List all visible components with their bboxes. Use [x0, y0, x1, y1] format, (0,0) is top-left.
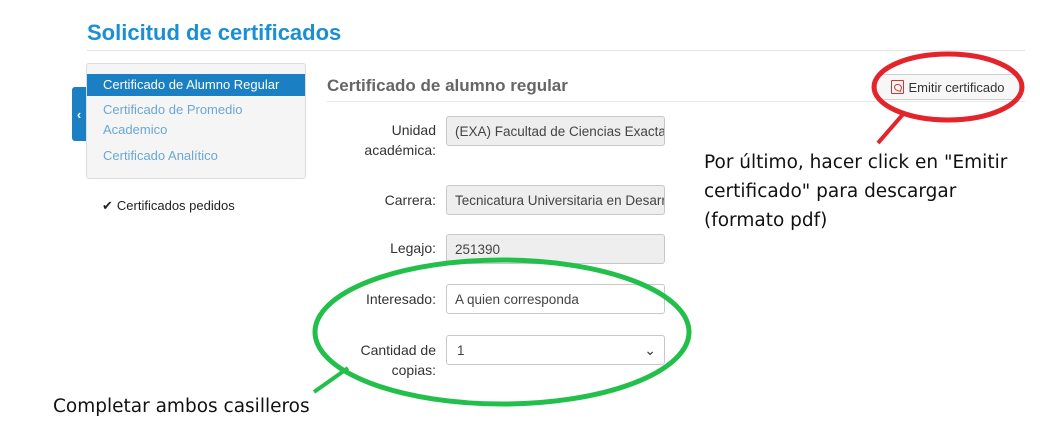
green-highlight-ellipse: [312, 257, 692, 407]
emit-annotation-note: Por último, hacer click en "Emitir certi…: [704, 152, 1008, 231]
red-pointer-line: [876, 110, 907, 145]
green-pointer-line: [312, 366, 350, 394]
fill-annotation-note: Completar ambos casilleros: [53, 396, 310, 417]
red-highlight-ellipse: [871, 51, 1025, 123]
